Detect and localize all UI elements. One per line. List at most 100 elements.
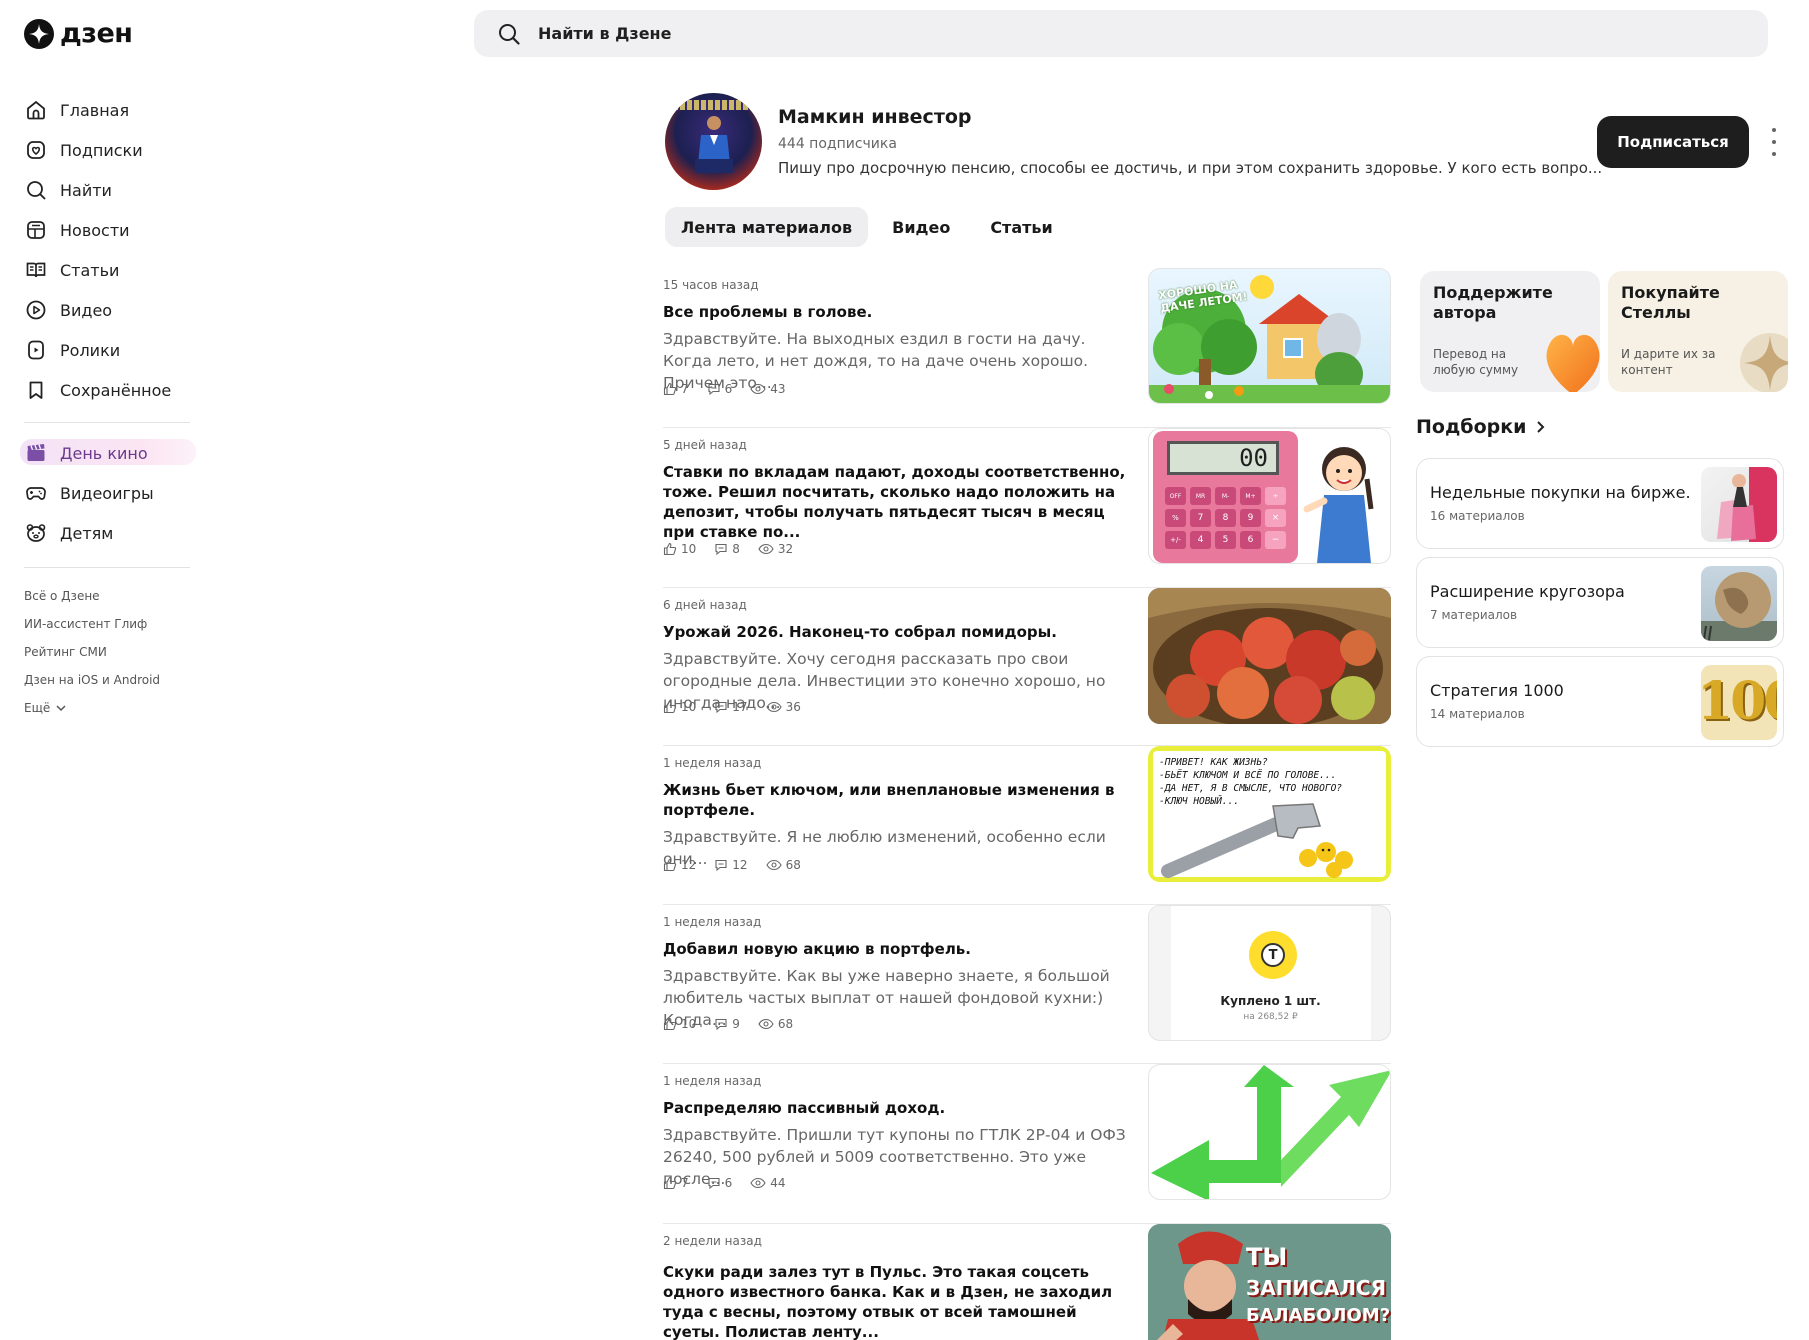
eye-icon (765, 701, 782, 713)
gold-number-text: 100 (1701, 671, 1777, 732)
likes[interactable]: 10 (663, 542, 696, 556)
channel-title[interactable]: Мамкин инвестор (778, 106, 972, 128)
channel-description[interactable]: Пишу про досрочную пенсию, способы ее до… (778, 159, 1602, 177)
card-title[interactable]: Жизнь бьет ключом, или внеплановые измен… (663, 780, 1128, 820)
comments[interactable]: 8 (714, 542, 740, 556)
footer-link-media-rating[interactable]: Рейтинг СМИ (24, 638, 194, 666)
selection-card[interactable]: Расширение кругозора 7 материалов (1416, 557, 1784, 648)
comment-icon (708, 1177, 720, 1190)
sidebar-item-articles[interactable]: Статьи (24, 250, 194, 290)
selection-thumb-shopping (1701, 467, 1777, 542)
more-options-icon[interactable] (1768, 128, 1780, 156)
sidebar-item-home[interactable]: Главная (24, 90, 194, 130)
selection-card[interactable]: Стратегия 1000 14 материалов 100 (1416, 656, 1784, 747)
search-placeholder: Найти в Дзене (538, 24, 672, 43)
likes[interactable]: 7 (663, 382, 689, 396)
feed-card[interactable]: 6 дней назад Урожай 2026. Наконец-то соб… (663, 588, 1391, 746)
subscriptions-icon (27, 141, 45, 159)
feed-card[interactable]: 1 неделя назад Распределяю пассивный дох… (663, 1064, 1391, 1224)
publish-time: 2 недели назад (663, 1234, 762, 1248)
avatar-person-image (695, 116, 733, 173)
sidebar-item-shorts[interactable]: Ролики (24, 330, 194, 370)
comment-icon (715, 1018, 727, 1031)
publish-time: 1 неделя назад (663, 756, 762, 770)
feed-card[interactable]: 1 неделя назад Добавил новую акцию в пор… (663, 905, 1391, 1064)
footer-link-glif[interactable]: ИИ-ассистент Глиф (24, 610, 194, 638)
comments-count: 12 (732, 858, 748, 872)
likes[interactable]: 10 (663, 1017, 696, 1031)
calc-key: 8 (1215, 509, 1236, 527)
selection-card[interactable]: Недельные покупки на бирже. 16 материало… (1416, 458, 1784, 549)
selections-heading[interactable]: Подборки (1416, 416, 1546, 438)
selection-title: Расширение кругозора (1430, 582, 1625, 601)
footer-link-more[interactable]: Ещё (24, 694, 194, 722)
sidebar-item-label: День кино (60, 443, 148, 463)
comments[interactable]: 6 (707, 1176, 732, 1190)
globe-illustration (1701, 572, 1777, 641)
likes[interactable]: 7 (663, 1176, 689, 1190)
comments[interactable]: 6 (707, 382, 732, 396)
subscribe-button[interactable]: Подписаться (1597, 116, 1749, 168)
footer-link-apps[interactable]: Дзен на iOS и Android (24, 666, 194, 694)
card-thumbnail-purchase[interactable]: Т Куплено 1 шт. на 268,52 ₽ (1148, 905, 1391, 1041)
comment-icon (715, 701, 727, 714)
search-icon (499, 23, 520, 45)
sidebar-item-kids[interactable]: Детям (24, 513, 194, 553)
card-thumbnail-calculator[interactable]: 00 OFF MR M- M+ ÷ % 7 8 9 × +/- 4 5 6 − (1148, 428, 1391, 564)
card-thumbnail-wrench-comic[interactable]: -ПРИВЕТ! КАК ЖИЗНЬ? -БЬЁТ КЛЮЧОМ И ВСЁ П… (1148, 746, 1391, 882)
sidebar-item-saved[interactable]: Сохранённое (24, 370, 194, 410)
logo-text: дзен (60, 18, 133, 49)
search-input[interactable]: Найти в Дзене (474, 10, 1768, 57)
feed-card[interactable]: 15 часов назад Все проблемы в голове. Зд… (663, 268, 1391, 428)
feed-card[interactable]: 5 дней назад Ставки по вкладам падают, д… (663, 428, 1391, 588)
sidebar-item-videogames[interactable]: Видеоигры (24, 473, 194, 513)
likes[interactable]: 10 (663, 700, 696, 714)
views-count: 32 (777, 542, 794, 556)
tab-video[interactable]: Видео (876, 207, 966, 247)
tbank-badge: Т (1261, 943, 1285, 967)
card-title[interactable]: Добавил новую акцию в портфель. (663, 939, 1128, 959)
publish-time: 1 неделя назад (663, 915, 762, 929)
sidebar-item-label: Видео (60, 300, 113, 320)
sidebar-item-label: Ролики (60, 340, 121, 360)
tbank-logo-icon: Т (1249, 931, 1297, 979)
dzen-logo[interactable]: дзен (24, 18, 133, 49)
sidebar-item-subscriptions[interactable]: Подписки (24, 130, 194, 170)
poster-line: ТЫ (1246, 1243, 1288, 1271)
sidebar-item-news[interactable]: Новости (24, 210, 194, 250)
card-thumbnail-soviet-poster[interactable]: ТЫ ЗАПИСАЛСЯ БАЛАБОЛОМ? (1148, 1224, 1391, 1340)
comments[interactable]: 17 (714, 700, 748, 714)
sidebar-item-cinema-day[interactable]: День кино (20, 433, 196, 473)
card-title[interactable]: Урожай 2026. Наконец-то собрал помидоры. (663, 622, 1128, 642)
comments-count: 9 (732, 1017, 740, 1031)
card-thumbnail-dacha[interactable]: ХОРОШО НА ДАЧЕ ЛЕТОМ! (1148, 268, 1391, 404)
footer-link-about[interactable]: Всё о Дзене (24, 582, 194, 610)
card-title[interactable]: Распределяю пассивный доход. (663, 1098, 1128, 1118)
sidebar-item-video[interactable]: Видео (24, 290, 194, 330)
selection-count: 14 материалов (1430, 707, 1525, 721)
sidebar-item-label: Сохранённое (60, 380, 172, 400)
promo-buy-stellas[interactable]: Покупайте Стеллы И дарите их за контент (1608, 271, 1788, 392)
channel-tabs: Лента материалов Видео Статьи (665, 207, 1069, 247)
card-stats: 10 17 36 (663, 700, 801, 714)
feed-card[interactable]: 1 неделя назад Жизнь бьет ключом, или вн… (663, 746, 1391, 905)
views: 32 (758, 542, 793, 556)
sidebar-item-search[interactable]: Найти (24, 170, 194, 210)
card-thumbnail-arrows[interactable] (1148, 1064, 1391, 1200)
views: 68 (758, 1017, 793, 1031)
card-title[interactable]: Скуки ради залез тут в Пульс. Это такая … (663, 1262, 1128, 1340)
channel-avatar[interactable] (665, 93, 762, 190)
comments[interactable]: 9 (714, 1017, 740, 1031)
likes[interactable]: 12 (663, 858, 696, 872)
purchase-price: на 268,52 ₽ (1243, 1012, 1298, 1022)
card-title[interactable]: Все проблемы в голове. (663, 302, 1128, 322)
tab-feed[interactable]: Лента материалов (665, 207, 869, 247)
promo-support-author[interactable]: Поддержите автора Перевод на любую сумму (1420, 271, 1600, 392)
card-thumbnail-tomatoes[interactable] (1148, 588, 1391, 724)
selection-count: 16 материалов (1430, 509, 1525, 523)
card-title[interactable]: Ставки по вкладам падают, доходы соответ… (663, 462, 1128, 542)
thumbs-up-icon (663, 1176, 677, 1190)
tab-articles[interactable]: Статьи (974, 207, 1068, 247)
feed-card[interactable]: 2 недели назад Скуки ради залез тут в Пу… (663, 1224, 1391, 1340)
comments[interactable]: 12 (714, 858, 748, 872)
